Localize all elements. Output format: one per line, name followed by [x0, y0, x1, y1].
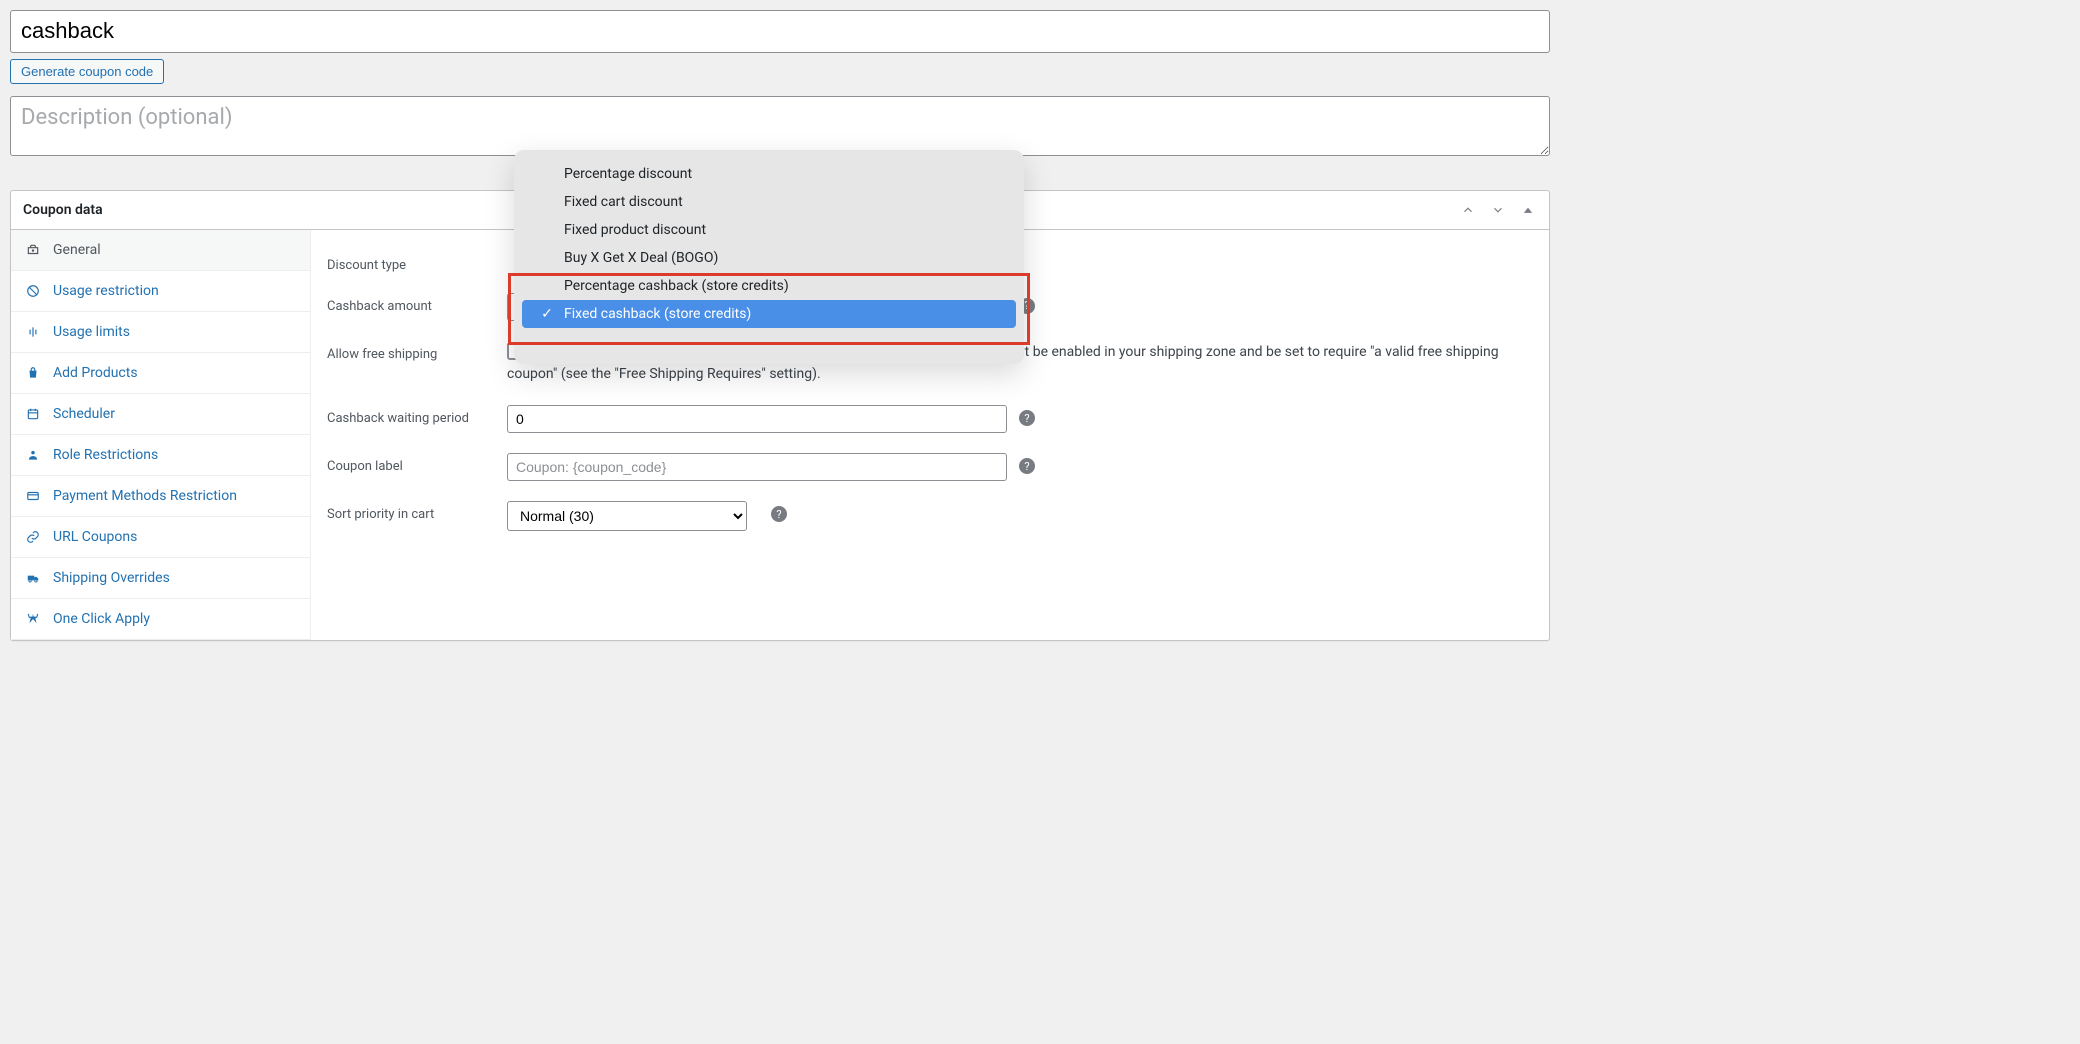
tab-scheduler-link[interactable]: Scheduler: [11, 394, 310, 434]
sort-priority-label: Sort priority in cart: [327, 501, 507, 522]
tab-add_products-link[interactable]: Add Products: [11, 353, 310, 393]
panel-title: Coupon data: [23, 202, 103, 218]
tab-role_restrictions-link[interactable]: Role Restrictions: [11, 435, 310, 475]
tab-one_click_apply-link[interactable]: One Click Apply: [11, 599, 310, 639]
cashback-waiting-input[interactable]: [507, 405, 1007, 433]
cashback-amount-label: Cashback amount: [327, 293, 507, 314]
help-icon[interactable]: ?: [1019, 458, 1035, 474]
coupon-label-row: Coupon label ?: [327, 453, 1533, 481]
discount-type-option[interactable]: ✓Buy X Get X Deal (BOGO): [522, 244, 1016, 272]
panel-move-down-icon[interactable]: [1489, 201, 1507, 219]
shipping_overrides-icon: [25, 571, 41, 585]
role_restrictions-icon: [25, 448, 41, 462]
tab-scheduler: Scheduler: [11, 394, 310, 435]
tab-role_restrictions: Role Restrictions: [11, 435, 310, 476]
tab-one_click_apply: One Click Apply: [11, 599, 310, 640]
option-label: Percentage cashback (store credits): [564, 278, 789, 294]
option-label: Fixed cart discount: [564, 194, 683, 210]
coupon-description-input[interactable]: [10, 96, 1550, 156]
tab-general-label: General: [53, 242, 101, 258]
url_coupons-icon: [25, 530, 41, 544]
usage_limits-icon: [25, 325, 41, 339]
general-icon: [25, 243, 41, 257]
tab-usage_restriction: Usage restriction: [11, 271, 310, 312]
help-icon[interactable]: ?: [1019, 410, 1035, 426]
option-label: Fixed product discount: [564, 222, 706, 238]
add_products-icon: [25, 366, 41, 380]
tab-one_click_apply-label: One Click Apply: [53, 611, 150, 627]
cashback-waiting-label: Cashback waiting period: [327, 405, 507, 426]
tab-payment_methods_restriction-link[interactable]: Payment Methods Restriction: [11, 476, 310, 516]
tab-url_coupons-link[interactable]: URL Coupons: [11, 517, 310, 557]
tab-usage_restriction-label: Usage restriction: [53, 283, 159, 299]
tab-scheduler-label: Scheduler: [53, 406, 115, 422]
allow-free-shipping-label: Allow free shipping: [327, 341, 507, 362]
coupon-title-input[interactable]: [10, 10, 1550, 53]
tab-usage_limits-label: Usage limits: [53, 324, 130, 340]
scheduler-icon: [25, 407, 41, 421]
generate-coupon-code-button[interactable]: Generate coupon code: [10, 59, 164, 84]
check-icon: ✓: [540, 306, 554, 322]
discount-type-option[interactable]: ✓ Fixed cashback (store credits): [522, 300, 1016, 328]
payment_methods_restriction-icon: [25, 489, 41, 503]
usage_restriction-icon: [25, 284, 41, 298]
tab-payment_methods_restriction: Payment Methods Restriction: [11, 476, 310, 517]
discount-type-option[interactable]: ✓Fixed cart discount: [522, 188, 1016, 216]
option-label: Fixed cashback (store credits): [564, 306, 751, 322]
discount-type-dropdown[interactable]: ✓Percentage discount✓Fixed cart discount…: [514, 150, 1024, 364]
discount-type-option[interactable]: ✓Percentage discount: [522, 160, 1016, 188]
help-icon[interactable]: ?: [771, 506, 787, 522]
option-label: Percentage discount: [564, 166, 692, 182]
tab-role_restrictions-label: Role Restrictions: [53, 447, 158, 463]
panel-actions: [1459, 201, 1537, 219]
coupon-label-label: Coupon label: [327, 453, 507, 474]
sort-priority-select[interactable]: Normal (30): [507, 501, 747, 531]
coupon-label-input[interactable]: [507, 453, 1007, 481]
tab-url_coupons-label: URL Coupons: [53, 529, 137, 545]
sort-priority-row: Sort priority in cart Normal (30) ?: [327, 501, 1533, 531]
one_click_apply-icon: [25, 612, 41, 626]
tab-usage_limits: Usage limits: [11, 312, 310, 353]
tab-url_coupons: URL Coupons: [11, 517, 310, 558]
tab-shipping_overrides-link[interactable]: Shipping Overrides: [11, 558, 310, 598]
tab-general: General: [11, 230, 310, 271]
tab-shipping_overrides: Shipping Overrides: [11, 558, 310, 599]
coupon-data-tabs: General Usage restriction Usage limits Add …: [11, 230, 311, 640]
tab-general-link[interactable]: General: [11, 230, 310, 270]
panel-toggle-icon[interactable]: [1519, 201, 1537, 219]
discount-type-label: Discount type: [327, 252, 507, 273]
panel-move-up-icon[interactable]: [1459, 201, 1477, 219]
tab-add_products: Add Products: [11, 353, 310, 394]
tab-add_products-label: Add Products: [53, 365, 138, 381]
cashback-waiting-row: Cashback waiting period ?: [327, 405, 1533, 433]
option-label: Buy X Get X Deal (BOGO): [564, 250, 718, 266]
tab-usage_restriction-link[interactable]: Usage restriction: [11, 271, 310, 311]
tab-usage_limits-link[interactable]: Usage limits: [11, 312, 310, 352]
tab-payment_methods_restriction-label: Payment Methods Restriction: [53, 488, 237, 504]
discount-type-option[interactable]: ✓Fixed product discount: [522, 216, 1016, 244]
discount-type-option[interactable]: ✓Percentage cashback (store credits): [522, 272, 1016, 300]
tab-shipping_overrides-label: Shipping Overrides: [53, 570, 170, 586]
